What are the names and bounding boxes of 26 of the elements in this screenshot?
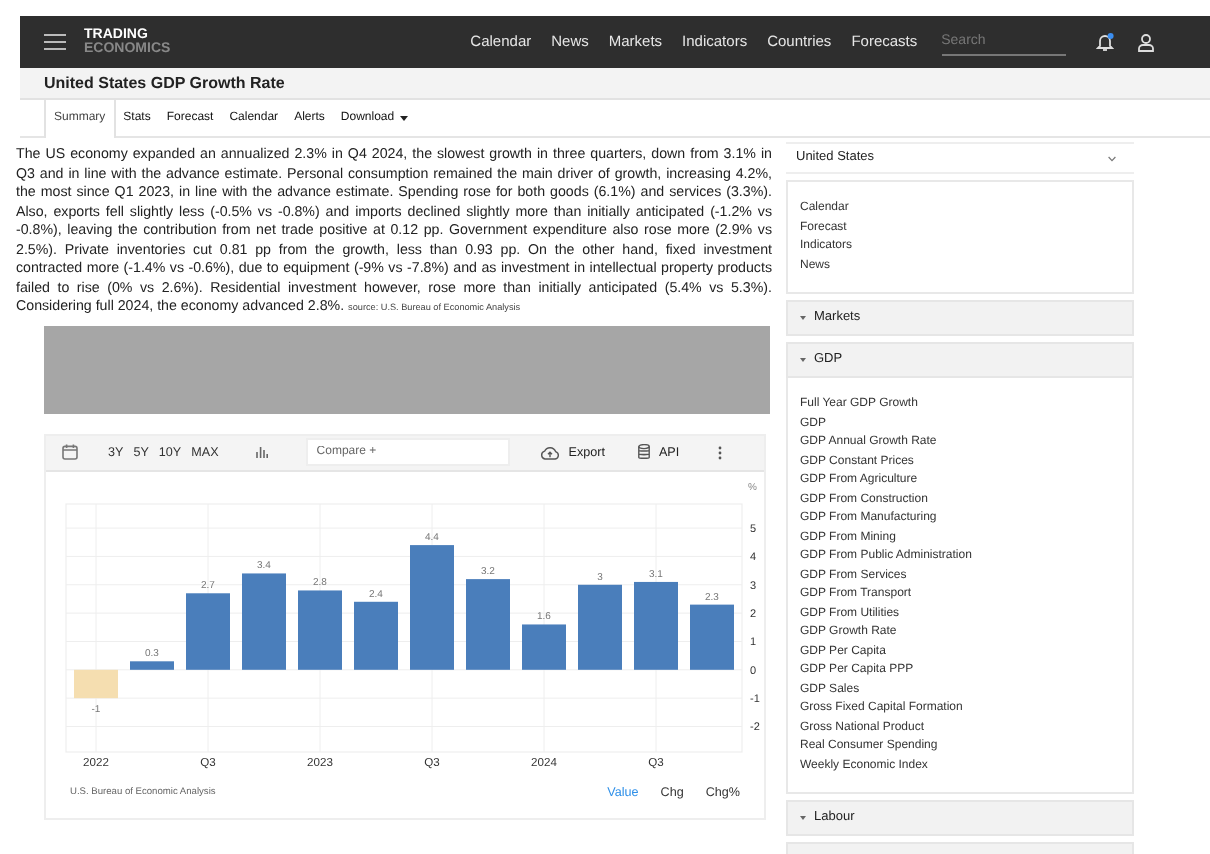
bar[interactable] bbox=[690, 604, 734, 670]
chevron-down-icon bbox=[1108, 155, 1116, 161]
bar[interactable] bbox=[634, 581, 678, 670]
bar[interactable] bbox=[522, 624, 566, 670]
caret-icon bbox=[800, 358, 806, 362]
bar[interactable] bbox=[130, 661, 174, 670]
bar[interactable] bbox=[466, 578, 510, 670]
database-icon bbox=[638, 444, 651, 461]
caret-icon bbox=[800, 316, 806, 320]
caret-icon bbox=[800, 816, 806, 820]
calendar-icon[interactable] bbox=[62, 444, 78, 461]
notification-bell-icon[interactable] bbox=[1095, 32, 1114, 52]
bar[interactable] bbox=[410, 544, 454, 670]
caret-icon bbox=[400, 115, 409, 121]
page-title: United States GDP Growth Rate bbox=[44, 71, 285, 95]
user-icon[interactable] bbox=[1137, 33, 1154, 51]
bar[interactable] bbox=[298, 590, 342, 670]
bar[interactable] bbox=[354, 601, 398, 670]
bar-chart-icon[interactable] bbox=[256, 446, 269, 459]
bar[interactable] bbox=[242, 573, 286, 670]
bar[interactable] bbox=[186, 593, 230, 670]
cloud-upload-icon bbox=[540, 445, 561, 460]
bar[interactable] bbox=[578, 584, 622, 670]
menu-icon[interactable] bbox=[44, 34, 66, 50]
more-options-icon[interactable] bbox=[717, 445, 722, 460]
bar[interactable] bbox=[74, 669, 118, 698]
